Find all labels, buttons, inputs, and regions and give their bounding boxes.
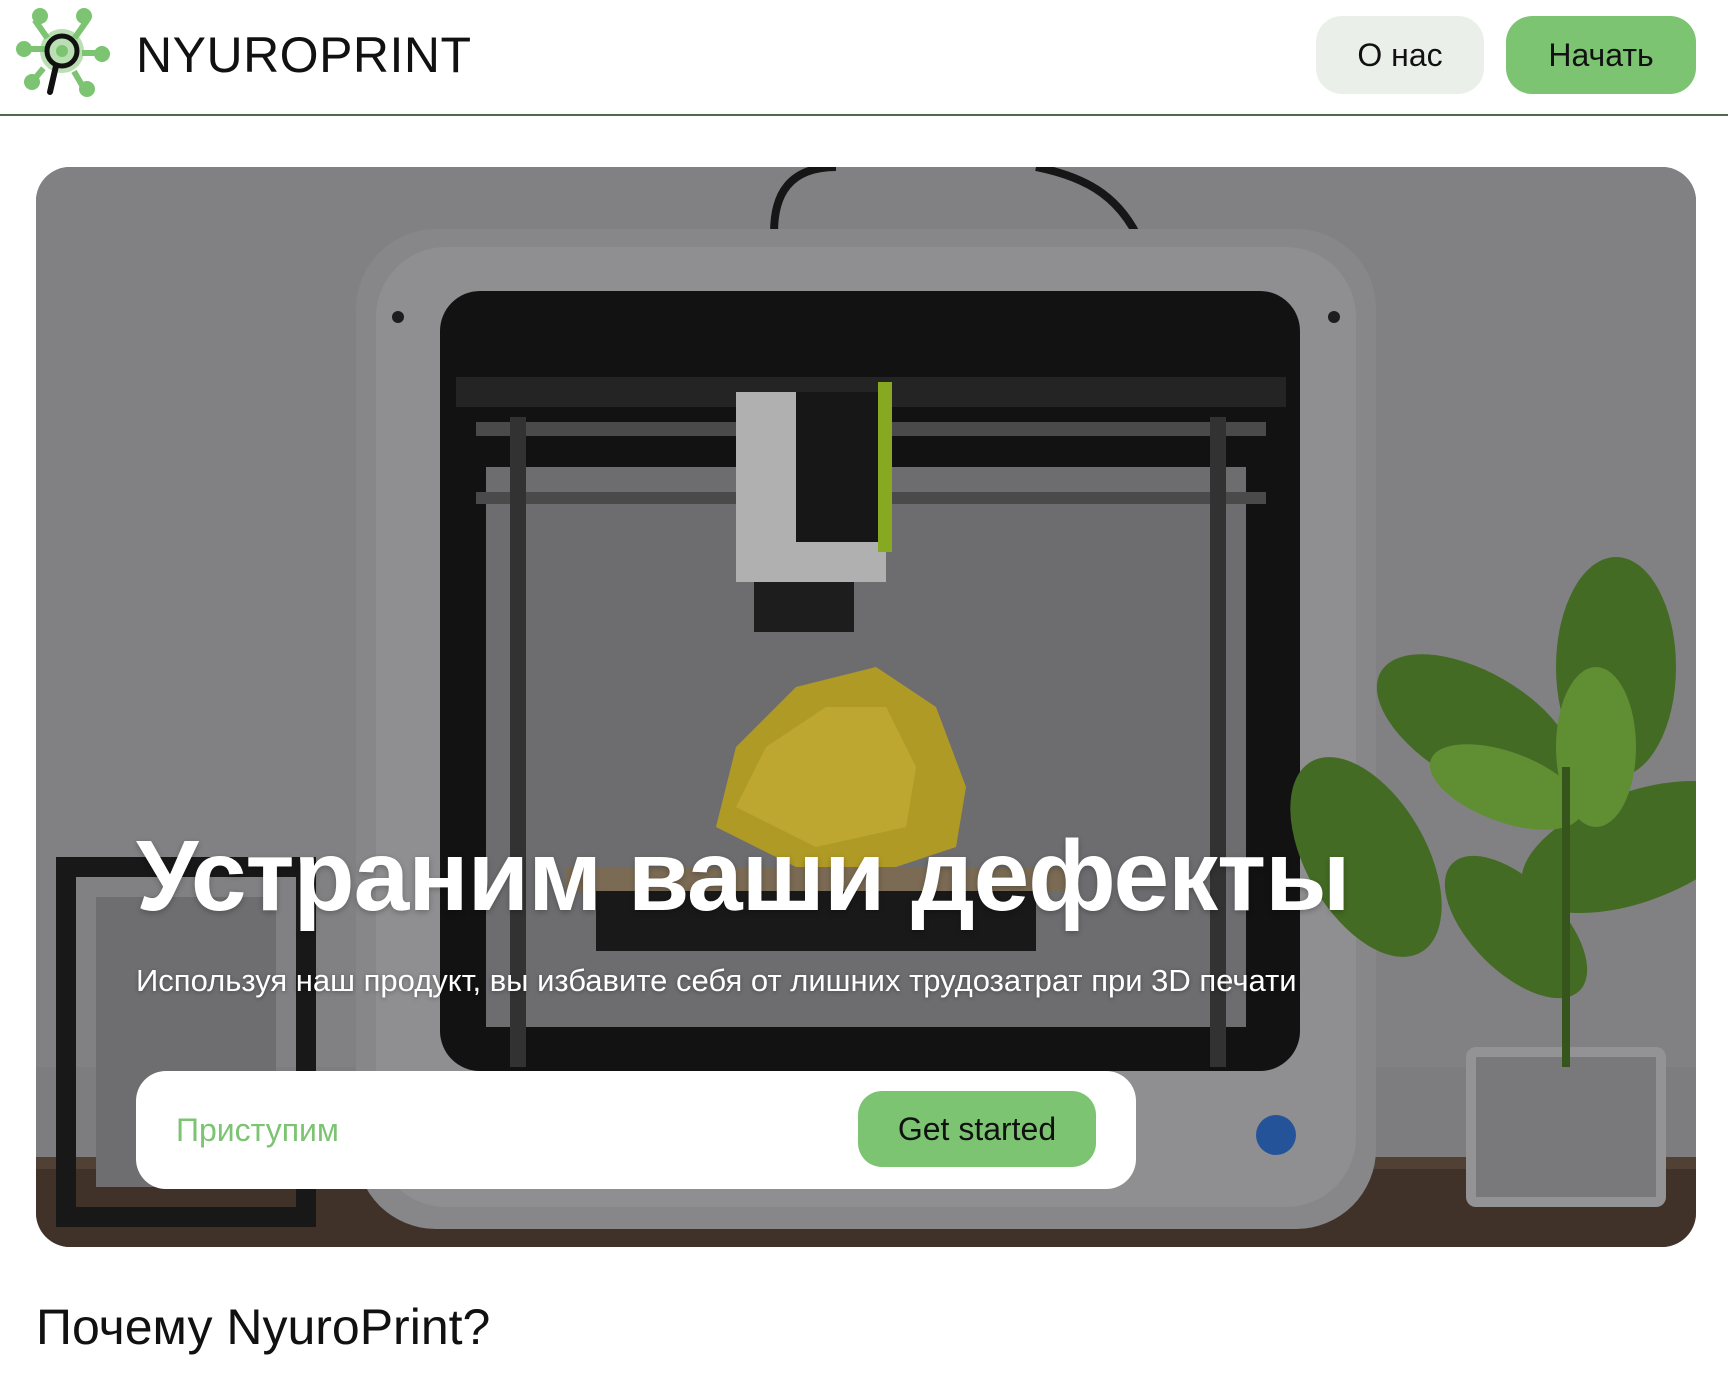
brand-name[interactable]: NYUROPRINT [136,26,472,84]
get-started-button[interactable]: Get started [858,1091,1096,1167]
cta-input[interactable] [176,1101,776,1159]
hero-subtitle: Используя наш продукт, вы избавите себя … [136,963,1297,998]
neural-bug-logo-icon[interactable] [12,4,112,104]
start-button[interactable]: Начать [1506,16,1696,94]
hero-banner: Устраним ваши дефекты Используя наш прод… [36,167,1696,1247]
cta-form: Get started [136,1071,1136,1189]
hero-title: Устраним ваши дефекты [136,820,1351,932]
about-button[interactable]: О нас [1316,16,1484,94]
top-navbar: NYUROPRINT О нас Начать [0,0,1728,116]
section-title: Почему NyuroPrint? [36,1299,491,1355]
